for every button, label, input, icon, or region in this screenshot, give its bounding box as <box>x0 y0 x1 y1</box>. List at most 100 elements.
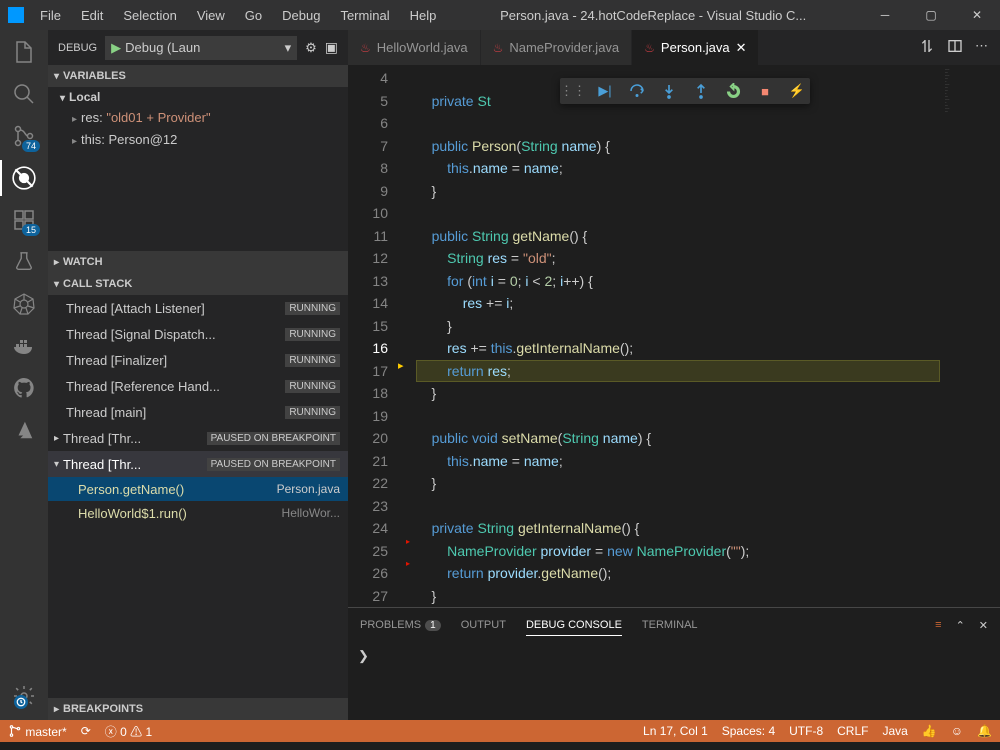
thread-main[interactable]: Thread [main]RUNNING <box>48 399 348 425</box>
debug-console-input[interactable]: ❯ <box>348 642 1000 670</box>
language-indicator[interactable]: Java <box>882 724 907 738</box>
code-lines: private St public Person(String name) { … <box>416 65 940 607</box>
docker-icon[interactable] <box>10 332 38 360</box>
debug-toolbar[interactable]: ⋮⋮ ▶| ■ ⚡ <box>560 78 810 104</box>
hot-reload-icon[interactable]: ⚡ <box>788 82 806 100</box>
panel-close-icon[interactable]: ✕ <box>979 619 988 632</box>
test-icon[interactable] <box>10 248 38 276</box>
github-icon[interactable] <box>10 374 38 402</box>
maximize-button[interactable]: ▢ <box>908 0 954 30</box>
editor-area: ♨HelloWorld.java ♨NameProvider.java ♨Per… <box>348 30 1000 720</box>
breakpoint-icon: ▸ <box>406 559 410 568</box>
bell-icon[interactable]: 🔔 <box>977 724 992 738</box>
minimize-button[interactable]: ─ <box>862 0 908 30</box>
debug-console-tab[interactable]: DEBUG CONSOLE <box>526 615 622 636</box>
menu-file[interactable]: File <box>32 4 69 27</box>
variables-section-header[interactable]: ▾VARIABLES <box>48 65 348 87</box>
thumbs-up-icon[interactable]: 👍 <box>922 724 937 738</box>
watch-section-header[interactable]: ▸WATCH <box>48 251 348 273</box>
feedback-icon[interactable]: ☺ <box>951 724 963 738</box>
frame-run[interactable]: HelloWorld$1.run()HelloWor... <box>48 501 348 525</box>
variable-res[interactable]: ▸res: "old01 + Provider" <box>48 107 348 129</box>
grip-icon[interactable]: ⋮⋮ <box>564 82 582 100</box>
current-line-indicator-icon: ▸ <box>398 359 404 372</box>
gear-icon[interactable]: ⚙ <box>305 40 317 56</box>
thread-paused-1[interactable]: ▸Thread [Thr...PAUSED ON BREAKPOINT <box>48 425 348 451</box>
kubernetes-icon[interactable] <box>10 290 38 318</box>
breakpoints-section-header[interactable]: ▸BREAKPOINTS <box>48 698 348 720</box>
dropdown-icon: ▾ <box>285 40 292 56</box>
indent-indicator[interactable]: Spaces: 4 <box>722 724 775 738</box>
titlebar: File Edit Selection View Go Debug Termin… <box>0 0 1000 30</box>
cursor-position[interactable]: Ln 17, Col 1 <box>643 724 708 738</box>
step-out-icon[interactable] <box>692 82 710 100</box>
tab-nameprovider[interactable]: ♨NameProvider.java <box>481 30 633 65</box>
code-editor[interactable]: 4567891011121314151617181920212223242526… <box>348 65 1000 607</box>
variable-this[interactable]: ▸this: Person@12 <box>48 129 348 151</box>
branch-indicator[interactable]: master* <box>8 724 67 739</box>
terminal-tab[interactable]: TERMINAL <box>642 615 698 635</box>
window-controls: ─ ▢ ✕ <box>862 0 1000 30</box>
debug-config-selector[interactable]: ▶ Debug (Laun ▾ <box>105 36 297 60</box>
minimap[interactable]: ════════════════════════════════ <box>940 65 1000 607</box>
java-icon: ♨ <box>644 41 655 55</box>
close-button[interactable]: ✕ <box>954 0 1000 30</box>
debug-icon[interactable] <box>10 164 38 192</box>
callstack-section-header[interactable]: ▾CALL STACK <box>48 273 348 295</box>
scm-icon[interactable]: 74 <box>10 122 38 150</box>
more-icon[interactable]: ⋯ <box>975 38 988 57</box>
extensions-icon[interactable]: 15 <box>10 206 38 234</box>
search-icon[interactable] <box>10 80 38 108</box>
restart-icon[interactable] <box>724 82 742 100</box>
step-over-icon[interactable] <box>628 82 646 100</box>
statusbar: master* ⟳ ⓧ 0 ⚠ 1 Ln 17, Col 1 Spaces: 4… <box>0 720 1000 742</box>
menu-selection[interactable]: Selection <box>115 4 184 27</box>
thread-attach-listener[interactable]: Thread [Attach Listener]RUNNING <box>48 295 348 321</box>
errors-warnings[interactable]: ⓧ 0 ⚠ 1 <box>105 723 152 740</box>
debug-label: DEBUG <box>58 42 97 54</box>
menu-bar: File Edit Selection View Go Debug Termin… <box>32 4 444 27</box>
debug-config-name: Debug (Laun <box>125 40 284 55</box>
menu-view[interactable]: View <box>189 4 233 27</box>
thread-reference-handler[interactable]: Thread [Reference Hand...RUNNING <box>48 373 348 399</box>
explorer-icon[interactable] <box>10 38 38 66</box>
thread-signal-dispatch[interactable]: Thread [Signal Dispatch...RUNNING <box>48 321 348 347</box>
output-tab[interactable]: OUTPUT <box>461 615 506 635</box>
continue-icon[interactable]: ▶| <box>596 82 614 100</box>
vscode-icon <box>8 7 24 23</box>
problems-tab[interactable]: PROBLEMS1 <box>360 615 441 635</box>
menu-help[interactable]: Help <box>402 4 445 27</box>
menu-terminal[interactable]: Terminal <box>332 4 397 27</box>
sync-icon[interactable]: ⟳ <box>81 724 91 738</box>
debug-sidebar: DEBUG ▶ Debug (Laun ▾ ⚙ ▣ ▾VARIABLES ▾Lo… <box>48 30 348 720</box>
tab-helloworld[interactable]: ♨HelloWorld.java <box>348 30 481 65</box>
breakpoint-icon: ▸ <box>406 537 410 546</box>
menu-debug[interactable]: Debug <box>274 4 328 27</box>
activity-bar: 74 15 <box>0 30 48 720</box>
bottom-panel: PROBLEMS1 OUTPUT DEBUG CONSOLE TERMINAL … <box>348 607 1000 720</box>
eol-indicator[interactable]: CRLF <box>837 724 868 738</box>
compare-icon[interactable] <box>919 38 935 57</box>
menu-go[interactable]: Go <box>237 4 270 27</box>
problems-count: 1 <box>425 620 441 631</box>
settings-icon[interactable] <box>10 682 38 710</box>
thread-paused-2[interactable]: ▾Thread [Thr...PAUSED ON BREAKPOINT <box>48 451 348 477</box>
step-into-icon[interactable] <box>660 82 678 100</box>
console-icon[interactable]: ▣ <box>325 39 338 56</box>
tab-close-icon[interactable]: ✕ <box>736 40 747 56</box>
tab-person[interactable]: ♨Person.java✕ <box>632 30 759 65</box>
menu-edit[interactable]: Edit <box>73 4 111 27</box>
thread-finalizer[interactable]: Thread [Finalizer]RUNNING <box>48 347 348 373</box>
filter-icon[interactable]: ≡ <box>935 619 941 632</box>
encoding-indicator[interactable]: UTF-8 <box>789 724 823 738</box>
breakpoint-column[interactable]: ▸ ▸ ▸ <box>404 65 416 607</box>
window-title: Person.java - 24.hotCodeReplace - Visual… <box>444 8 862 23</box>
stop-icon[interactable]: ■ <box>756 82 774 100</box>
azure-icon[interactable] <box>10 416 38 444</box>
local-scope[interactable]: ▾Local <box>48 87 348 107</box>
java-icon: ♨ <box>360 41 371 55</box>
frame-getname[interactable]: Person.getName()Person.java <box>48 477 348 501</box>
play-icon: ▶ <box>111 40 121 56</box>
split-icon[interactable] <box>947 38 963 57</box>
clear-icon[interactable]: ⌃ <box>956 619 965 632</box>
